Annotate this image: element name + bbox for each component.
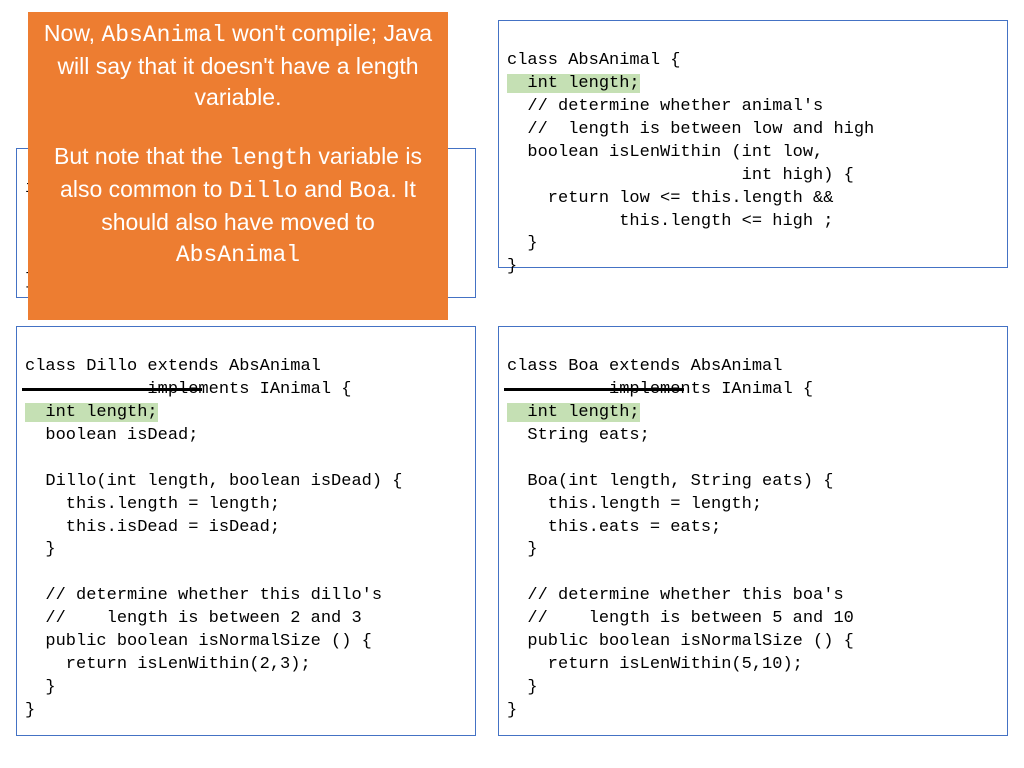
- code-line: class AbsAnimal {: [507, 51, 680, 70]
- highlighted-line: int length;: [507, 74, 640, 93]
- code-line: // length is between 5 and 10: [507, 609, 854, 628]
- code-line: String eats;: [507, 426, 650, 445]
- strikethrough-line: [22, 388, 202, 391]
- code-line: }: [507, 701, 517, 720]
- code-line: public boolean isNormalSize () {: [507, 632, 854, 651]
- code-line: int high) {: [507, 166, 854, 185]
- code-line: class Dillo extends AbsAnimal: [25, 357, 321, 376]
- code-line: boolean isDead;: [25, 426, 198, 445]
- callout-text: and: [298, 176, 349, 202]
- code-line: // determine whether this dillo's: [25, 586, 382, 605]
- callout-paragraph-1: Now, AbsAnimal won't compile; Java will …: [42, 18, 434, 113]
- callout-mono: AbsAnimal: [176, 242, 300, 268]
- code-line: }: [25, 678, 56, 697]
- code-line: return isLenWithin(2,3);: [25, 655, 311, 674]
- code-line: }: [25, 540, 56, 559]
- code-line: }: [507, 678, 538, 697]
- code-line: this.length = length;: [25, 495, 280, 514]
- callout-spacer: [42, 113, 434, 141]
- code-line: // determine whether animal's: [507, 97, 823, 116]
- code-box-absanimal: class AbsAnimal { int length; // determi…: [498, 20, 1008, 268]
- strikethrough-line: [504, 388, 684, 391]
- code-line: class Boa extends AbsAnimal: [507, 357, 782, 376]
- code-line: this.length = length;: [507, 495, 762, 514]
- code-line: // length is between 2 and 3: [25, 609, 362, 628]
- callout-mono: AbsAnimal: [101, 22, 225, 48]
- code-line: this.eats = eats;: [507, 518, 721, 537]
- code-line: this.length <= high ;: [507, 212, 833, 231]
- code-line: return isLenWithin(5,10);: [507, 655, 803, 674]
- code-line: }: [507, 257, 517, 276]
- code-line: }: [25, 701, 35, 720]
- callout-mono: length: [229, 145, 312, 171]
- callout-box: Now, AbsAnimal won't compile; Java will …: [28, 12, 448, 320]
- code-line: }: [507, 234, 538, 253]
- callout-text: Now,: [44, 20, 102, 46]
- code-line: // length is between low and high: [507, 120, 874, 139]
- code-line: Boa(int length, String eats) {: [507, 472, 833, 491]
- callout-paragraph-2: But note that the length variable is als…: [42, 141, 434, 271]
- code-line: boolean isLenWithin (int low,: [507, 143, 823, 162]
- code-line: public boolean isNormalSize () {: [25, 632, 372, 651]
- code-line: return low <= this.length &&: [507, 189, 833, 208]
- callout-text: But note that the: [54, 143, 229, 169]
- callout-mono: Boa: [349, 178, 390, 204]
- code-line: }: [507, 540, 538, 559]
- code-line: // determine whether this boa's: [507, 586, 844, 605]
- highlighted-line: int length;: [507, 403, 640, 422]
- highlighted-line: int length;: [25, 403, 158, 422]
- code-line: this.isDead = isDead;: [25, 518, 280, 537]
- callout-mono: Dillo: [229, 178, 298, 204]
- code-line: Dillo(int length, boolean isDead) {: [25, 472, 402, 491]
